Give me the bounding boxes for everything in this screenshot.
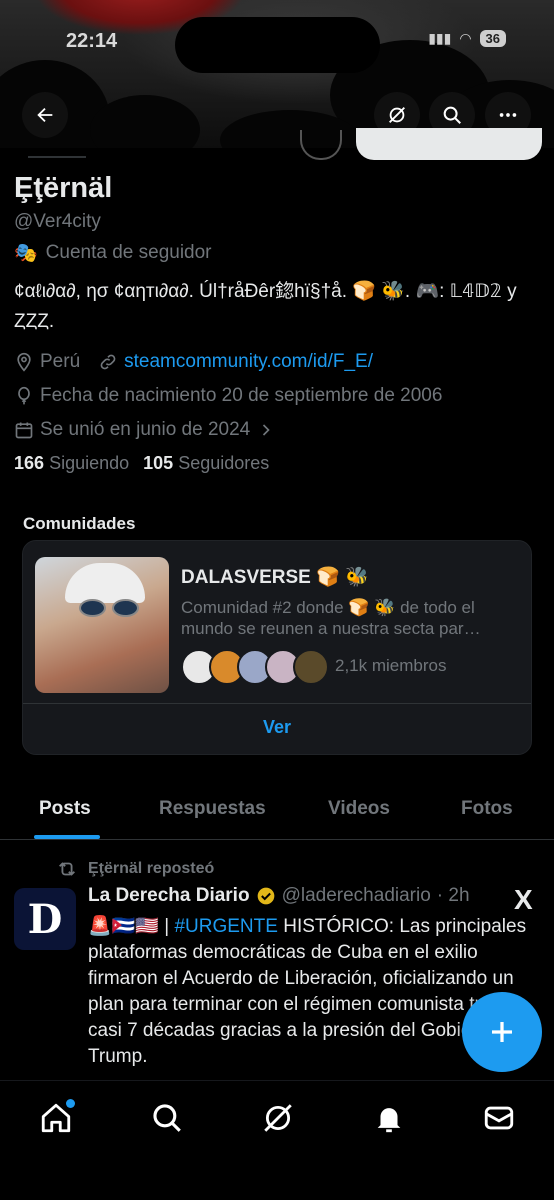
birthday-row: Fecha de nacimiento 20 de septiembre de … [14,385,544,407]
display-name: Ȩţërnäl [14,172,113,204]
post-time: · 2h [436,885,470,906]
profile-info: Ȩţërnäl @Ver4city 🎭 Cuenta de seguidor ¢… [14,172,544,474]
community-image [35,557,169,693]
account-type: 🎭 Cuenta de seguidor [14,241,544,265]
grok-icon [264,1104,292,1132]
location-icon [14,352,34,372]
nav-grok[interactable] [261,1101,295,1135]
balloon-icon [14,386,34,406]
avatar[interactable] [28,138,86,158]
follow-button[interactable] [356,128,542,160]
post-body: HISTÓRICO: Las principales plataformas d… [88,916,527,1067]
plus-icon [492,1022,512,1042]
location: Perú [40,351,81,372]
status-time: 22:14 [66,30,118,52]
back-button[interactable] [22,92,68,138]
post-header: La Derecha Diario @laderechadiario · 2h [88,885,508,907]
bio: ¢αℓι∂α∂, ησ ¢αηтι∂α∂. Úl†råĐêr鍃hï§†å. 🍞 … [14,281,517,332]
nav-notifications[interactable] [372,1101,406,1135]
notification-dot [66,1099,75,1108]
bell-icon [377,1108,401,1133]
post-author-name[interactable]: La Derecha Diario [88,885,250,907]
following-count: 166 [14,453,45,473]
x-logo-icon: X [514,884,533,915]
member-avatar [293,649,329,685]
arrow-left-icon [37,107,53,123]
community-name: DALASVERSE 🍞 🐝 [181,567,369,588]
meta-row-1: Perú steamcommunity.com/id/F_E/ [14,351,544,373]
mail-icon [484,1106,514,1130]
member-count: 2,1k miembros [335,656,447,675]
joined-date: Se unió en junio de 2024 [40,419,251,440]
member-avatars [181,649,329,685]
wifi-icon: ◠ [459,30,472,46]
more-horizontal-icon [499,113,517,117]
community-description: Comunidad #2 donde 🍞 🐝 de todo el mundo … [181,598,481,638]
dynamic-island [175,17,380,73]
post-author-avatar[interactable]: D [14,888,76,950]
nav-search[interactable] [150,1101,184,1135]
calendar-icon [14,420,34,440]
repost-indicator: Ȩţërnäl reposteó [56,858,214,880]
signal-icon: ▮▮▮ [428,30,452,46]
nav-messages[interactable] [482,1101,516,1135]
post-emoji-prefix: 🚨🇨🇺🇺🇸 | [88,916,175,937]
post-hashtag[interactable]: #URGENTE [174,916,277,937]
search-icon [153,1104,181,1132]
tab-photos[interactable]: Fotos [461,798,513,820]
grok-icon [389,107,405,123]
tab-replies[interactable]: Respuestas [159,798,266,820]
avatar-letter: D [27,895,63,943]
active-tab-indicator [34,835,100,839]
search-icon [443,106,461,124]
followers-label: Seguidores [178,453,270,473]
repost-icon [59,862,75,876]
mask-icon: 🎭 [14,243,38,264]
bottom-nav [0,1080,554,1200]
chevron-right-icon [256,420,276,440]
compose-button[interactable] [462,992,542,1072]
repost-label: Ȩţërnäl reposteó [88,860,215,877]
followers-link[interactable]: 105 Seguidores [143,453,269,474]
tab-posts[interactable]: Posts [39,798,91,820]
handle: @Ver4city [14,211,101,232]
follow-stats: 166 Siguiendo 105 Seguidores [14,453,544,474]
birthday: Fecha de nacimiento 20 de septiembre de … [40,385,443,406]
link-icon [98,352,118,372]
nav-home[interactable] [39,1099,75,1135]
communities-title: Comunidades [23,514,136,533]
divider [23,703,531,704]
battery-indicator: 36 [479,30,506,47]
followers-count: 105 [143,453,174,473]
joined-row[interactable]: Se unió en junio de 2024 [14,419,544,441]
message-button[interactable] [300,130,342,160]
profile-tabs: Posts Respuestas Videos Fotos [0,780,554,840]
following-label: Siguiendo [49,453,130,473]
see-community-button[interactable]: Ver [23,717,531,738]
community-card[interactable]: DALASVERSE 🍞 🐝 Comunidad #2 donde 🍞 🐝 de… [22,540,532,755]
post-text: 🚨🇨🇺🇺🇸 | #URGENTE HISTÓRICO: Las principa… [88,914,528,1070]
post-author-handle: @laderechadiario [281,885,431,906]
tab-videos[interactable]: Videos [328,798,390,820]
following-link[interactable]: 166 Siguiendo [14,453,129,474]
verified-badge-icon [257,887,274,905]
account-type-label: Cuenta de seguidor [45,242,212,263]
website-link[interactable]: steamcommunity.com/id/F_E/ [124,351,373,373]
status-icons: ▮▮▮ ◠ 36 [428,30,506,47]
